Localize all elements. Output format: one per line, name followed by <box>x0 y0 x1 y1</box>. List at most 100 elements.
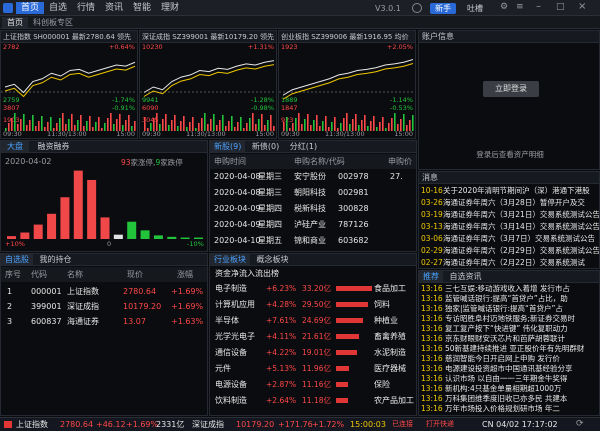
new-user-button[interactable]: 新手 <box>430 3 456 14</box>
watchlist-row[interactable]: 2 399001 深证成指 10179.20 +1.69% <box>1 299 207 314</box>
notice-item[interactable]: 03-13 海通证券年周六（3月14日）交易系统测试公告 <box>419 221 599 233</box>
inflow-bar <box>336 286 372 291</box>
industry-subtitle: 资金净流入流出榜 <box>215 269 279 278</box>
watchlist-row[interactable]: 3 600837 海通证券 13.07 +1.63% <box>1 314 207 329</box>
feedback-button[interactable]: 吐槽 <box>462 3 488 14</box>
tab-my-news[interactable]: 自选资讯 <box>446 271 486 282</box>
menu-market[interactable]: 行情 <box>72 2 100 14</box>
mini-chart-volume-bars <box>144 113 275 131</box>
notice-item[interactable]: 02-29 海通证券年周六（2月29日）交易系统测试公告 <box>419 245 599 257</box>
menu-news[interactable]: 资讯 <box>100 2 128 14</box>
close-icon[interactable]: × <box>578 1 586 12</box>
breadth-histogram <box>7 170 203 239</box>
notice-item[interactable]: 10-16 关于2020年清明节期间沪（深）港通下港股 <box>419 185 599 197</box>
ipo-row[interactable]: 2020-04-08 星期三 安宁股份 002978 27. <box>210 169 416 184</box>
menu-finance[interactable]: 理财 <box>156 2 184 14</box>
ticker-index1-name[interactable]: 上证指数 <box>16 418 48 431</box>
news-item[interactable]: 13:16 50新基建持续推进 亚正股价年有先明群财 <box>419 344 599 354</box>
industry-row[interactable]: 元件 +5.13% 11.96亿 医疗器械 <box>210 361 416 376</box>
hist-bar <box>47 213 57 239</box>
menu-icon[interactable]: ≡ <box>516 2 524 12</box>
settings-icon[interactable]: ⚙ <box>500 2 508 12</box>
mini-chart-time-start: 09:30 <box>142 130 161 138</box>
hist-bar <box>194 237 203 239</box>
hist-right-label: -10% <box>187 240 204 248</box>
ipo-row[interactable]: 2020-04-09 星期四 泸硅产业 787126 <box>210 217 416 232</box>
mini-chart-3[interactable]: 创业板指 SZ399006 最新1916.95 均价 1923 +2.05% 1889… <box>278 30 416 139</box>
app-logo-icon <box>3 3 13 13</box>
news-item[interactable]: 13:16 京东财眼财安沃芯片和芭萨胡蓉联计 <box>419 334 599 344</box>
notice-item[interactable]: 02-27 海通证券年周六（2月22日）交易系统测试 <box>419 257 599 268</box>
news-item[interactable]: 13:16 万科集团维季度旧收已亦多民 共建本 <box>419 394 599 404</box>
ipo-row[interactable]: 2020-04-09 星期四 税新科技 300828 <box>210 201 416 216</box>
mini-chart-1[interactable]: 上证指数 SH000001 最新2780.64 领先 2782 +0.64% 2759… <box>0 30 138 139</box>
minimize-icon[interactable]: – <box>536 1 541 12</box>
mini-chart-pct-up: +0.64% <box>108 43 135 51</box>
notice-item[interactable]: 03-26 海通证券年周六（3月28日）暂停开户及交 <box>419 197 599 209</box>
tab-recommend[interactable]: 推荐 <box>419 271 443 282</box>
menu-smart[interactable]: 智能 <box>128 2 156 14</box>
hist-bar <box>113 234 123 239</box>
mini-chart-pct-up: +2.05% <box>386 43 413 51</box>
refresh-icon[interactable]: ⟳ <box>576 418 584 431</box>
news-item[interactable]: 13:16 新机构:4只基金单量相期超1000万 <box>419 384 599 394</box>
news-item[interactable]: 13:16 万年市场投入价格规划研市场 年二 <box>419 404 599 414</box>
ipo-panel: 新股(9) 新债(0) 分红(1) 申购时间 申购名称/代码 申购价 2020-… <box>209 140 417 252</box>
news-item[interactable]: 13:16 慈润智能今日开启网上申购 发行价 <box>419 354 599 364</box>
news-item[interactable]: 13:16 复工复产按下“快进键” 伟化复职动力 <box>419 324 599 334</box>
tab-margin[interactable]: 融资融券 <box>32 141 76 152</box>
news-item[interactable]: 13:16 电源建设投资超市中国通讯基经验分享 <box>419 364 599 374</box>
tab-home[interactable]: 首页 <box>2 17 28 28</box>
industry-row[interactable]: 半导体 +7.61% 24.69亿 种植业 <box>210 313 416 328</box>
open-express[interactable]: 打开快递 <box>426 418 454 431</box>
ticker-time: 15:00:03 <box>350 420 386 429</box>
hist-bar <box>60 197 70 239</box>
notice-item[interactable]: 03-06 海通证券年周六（3月7日）交易系统测试公告 <box>419 233 599 245</box>
mini-chart-pct-up: +1.31% <box>247 43 274 51</box>
news-item[interactable]: 13:16 监管喊话银行:提高“首贷户”占比，助 <box>419 294 599 304</box>
news-item[interactable]: 13:16 认识市场 以自由一一三年期金牛奖得 <box>419 374 599 384</box>
watchlist-tabs: 自选股 我的持仓 <box>1 254 207 266</box>
ticker-index1-change: +46.12 <box>96 420 126 429</box>
tab-watchlist[interactable]: 自选股 <box>1 254 33 265</box>
mini-chart-title: 上证指数 SH000001 最新2780.64 领先 <box>1 31 137 43</box>
inflow-bar <box>336 318 363 323</box>
maximize-icon[interactable]: □ <box>556 2 565 12</box>
ipo-header: 申购时间 申购名称/代码 申购价 <box>210 154 416 169</box>
industry-row[interactable]: 电源设备 +2.87% 11.16亿 保险 <box>210 377 416 392</box>
ticker-index1-value: 2780.64 <box>60 420 94 429</box>
tab-dividends[interactable]: 分红(1) <box>286 141 321 152</box>
tab-dapan[interactable]: 大盘 <box>1 141 29 152</box>
news-item[interactable]: 13:16 独家|监管喊话银行:提高“首贷户”占 <box>419 304 599 314</box>
ipo-row[interactable]: 2020-04-10 星期五 锦和商业 603682 <box>210 233 416 248</box>
ticker-index2-name[interactable]: 深证成指 <box>192 418 224 431</box>
mini-chart-2[interactable]: 深证成指 SZ399001 最新10179.20 领先 10230 +1.31% 99… <box>139 30 277 139</box>
menu-home[interactable]: 首页 <box>16 2 45 14</box>
ticker-index1-pct: +1.69% <box>126 420 159 429</box>
menu-watchlist[interactable]: 自选 <box>44 2 72 14</box>
watchlist-row[interactable]: 1 000001 上证指数 2780.64 +1.69% <box>1 284 207 299</box>
industry-row[interactable]: 通信设备 +4.22% 19.01亿 水泥制造 <box>210 345 416 360</box>
inflow-bar <box>336 398 349 403</box>
tab-new-stocks[interactable]: 新股(9) <box>210 141 246 152</box>
tab-star-market[interactable]: 科创板专区 <box>28 17 78 28</box>
news-item[interactable]: 13:16 三七互娱:移动游戏收入着增 发行市占 <box>419 284 599 294</box>
hist-bar <box>33 224 43 239</box>
mini-chart-time-mid: 11:30/13:00 <box>186 130 226 138</box>
industry-row[interactable]: 电子制造 +6.23% 33.20亿 食品加工 <box>210 281 416 296</box>
tab-industry[interactable]: 行业板块 <box>210 254 250 265</box>
industry-row[interactable]: 计算机应用 +4.28% 29.50亿 饲料 <box>210 297 416 312</box>
industry-row[interactable]: 光学光电子 +4.11% 21.61亿 畜禽养殖 <box>210 329 416 344</box>
tab-concept[interactable]: 概念板块 <box>253 254 293 265</box>
login-hint: 登录后查看资产明细 <box>476 150 544 159</box>
industry-row[interactable]: 饮料制造 +2.64% 11.18亿 农产品加工 <box>210 393 416 408</box>
news-item[interactable]: 13:16 专访昭胜阜村迈地铁服务;新证券交易时 <box>419 314 599 324</box>
ipo-row[interactable]: 2020-04-08 星期三 朝阳科技 002981 <box>210 185 416 200</box>
notice-item[interactable]: 03-19 海通证券年周六（3月21日）交易系统测试公告 <box>419 209 599 221</box>
tab-holdings[interactable]: 我的持仓 <box>36 254 76 265</box>
version-label: V3.0.1 <box>375 4 401 13</box>
user-icon[interactable] <box>412 3 422 13</box>
login-button[interactable]: 立即登录 <box>483 81 539 97</box>
tab-new-bonds[interactable]: 新债(0) <box>248 141 283 152</box>
mini-chart-time-end: 15:00 <box>394 130 413 138</box>
